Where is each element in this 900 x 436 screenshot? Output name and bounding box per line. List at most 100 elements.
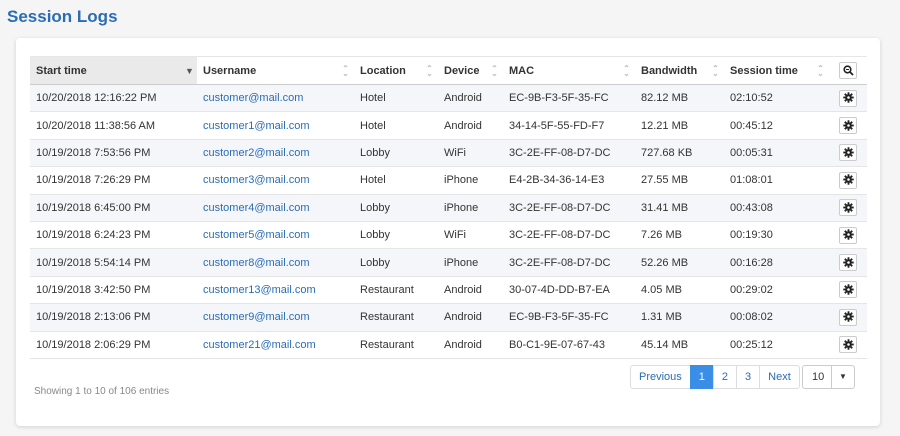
cell-start-time: 10/19/2018 3:42:50 PM <box>30 275 197 304</box>
column-header-label: Session time <box>730 64 798 77</box>
username-link[interactable]: customer1@mail.com <box>203 120 310 132</box>
column-header-username[interactable]: Username ⌃ ⌄ <box>197 56 354 85</box>
cell-username: customer5@mail.com <box>197 220 354 249</box>
gear-icon[interactable] <box>839 171 857 189</box>
cell-mac: EC-9B-F3-5F-35-FC <box>503 83 635 112</box>
cell-device: Android <box>438 83 503 112</box>
gear-icon[interactable] <box>839 117 857 135</box>
cell-username: customer4@mail.com <box>197 193 354 222</box>
cell-start-time: 10/19/2018 6:24:23 PM <box>30 220 197 249</box>
username-link[interactable]: customer2@mail.com <box>203 147 310 159</box>
cell-mac: 34-14-5F-55-FD-F7 <box>503 111 635 140</box>
cell-bandwidth: 1.31 MB <box>635 303 724 332</box>
cell-mac: EC-9B-F3-5F-35-FC <box>503 303 635 332</box>
cell-device: iPhone <box>438 193 503 222</box>
gear-icon[interactable] <box>839 281 857 299</box>
cell-session-time: 00:25:12 <box>724 330 829 359</box>
cell-location: Lobby <box>354 220 438 249</box>
cell-mac: 3C-2E-FF-08-D7-DC <box>503 193 635 222</box>
sort-icon[interactable]: ⌃ ⌄ <box>426 65 433 78</box>
cell-start-time: 10/19/2018 2:06:29 PM <box>30 330 197 359</box>
gear-icon[interactable] <box>839 336 857 354</box>
cell-actions <box>829 193 867 222</box>
previous-page-button[interactable]: Previous <box>630 365 691 389</box>
username-link[interactable]: customer8@mail.com <box>203 257 310 269</box>
cell-location: Restaurant <box>354 303 438 332</box>
username-link[interactable]: customer3@mail.com <box>203 174 310 186</box>
column-header-bandwidth[interactable]: Bandwidth ⌃ ⌄ <box>635 56 724 85</box>
page-1-button[interactable]: 1 <box>689 365 714 389</box>
column-header-session-time[interactable]: Session time ⌃ ⌄ <box>724 56 829 85</box>
gear-icon[interactable] <box>839 199 857 217</box>
cell-start-time: 10/19/2018 6:45:00 PM <box>30 193 197 222</box>
cell-bandwidth: 7.26 MB <box>635 220 724 249</box>
username-link[interactable]: customer9@mail.com <box>203 311 310 323</box>
gear-icon[interactable] <box>839 308 857 326</box>
cell-bandwidth: 27.55 MB <box>635 166 724 195</box>
table-row: 10/19/2018 2:13:06 PM customer9@mail.com R… <box>30 303 867 332</box>
gear-icon[interactable] <box>839 144 857 162</box>
table-row: 10/19/2018 7:53:56 PM customer2@mail.com L… <box>30 138 867 167</box>
cell-username: customer21@mail.com <box>197 330 354 359</box>
username-link[interactable]: customer5@mail.com <box>203 229 310 241</box>
username-link[interactable]: customer13@mail.com <box>203 284 316 296</box>
column-header-start-time[interactable]: Start time ▼ <box>30 56 197 85</box>
gear-icon[interactable] <box>839 89 857 107</box>
column-header-label: Bandwidth <box>641 64 698 77</box>
cell-mac: E4-2B-34-36-14-E3 <box>503 166 635 195</box>
cell-session-time: 00:45:12 <box>724 111 829 140</box>
gear-icon[interactable] <box>839 254 857 272</box>
page-title: Session Logs <box>7 7 118 26</box>
column-header-label: Device <box>444 64 480 77</box>
next-page-button[interactable]: Next <box>759 365 800 389</box>
cell-session-time: 02:10:52 <box>724 83 829 112</box>
gear-icon[interactable] <box>839 226 857 244</box>
cell-username: customer1@mail.com <box>197 111 354 140</box>
cell-bandwidth: 82.12 MB <box>635 83 724 112</box>
cell-location: Restaurant <box>354 330 438 359</box>
cell-session-time: 00:05:31 <box>724 138 829 167</box>
cell-username: customer9@mail.com <box>197 303 354 332</box>
column-header-label: Location <box>360 64 406 77</box>
cell-bandwidth: 31.41 MB <box>635 193 724 222</box>
table-row: 10/19/2018 2:06:29 PM customer21@mail.com… <box>30 330 867 359</box>
cell-start-time: 10/20/2018 11:38:56 AM <box>30 111 197 140</box>
cell-bandwidth: 52.26 MB <box>635 248 724 277</box>
table-row: 10/19/2018 3:42:50 PM customer13@mail.com… <box>30 275 867 304</box>
cell-actions <box>829 166 867 195</box>
column-header-device[interactable]: Device ⌃ ⌄ <box>438 56 503 85</box>
username-link[interactable]: customer21@mail.com <box>203 339 316 351</box>
cell-session-time: 00:08:02 <box>724 303 829 332</box>
sort-icon[interactable]: ⌃ ⌄ <box>712 65 719 78</box>
cell-mac: B0-C1-9E-07-67-43 <box>503 330 635 359</box>
cell-location: Hotel <box>354 83 438 112</box>
page-size-value[interactable]: 10 <box>802 365 832 389</box>
sort-icon[interactable]: ⌃ ⌄ <box>342 65 349 78</box>
column-header-location[interactable]: Location ⌃ ⌄ <box>354 56 438 85</box>
cell-bandwidth: 727.68 KB <box>635 138 724 167</box>
page-3-button[interactable]: 3 <box>736 365 761 389</box>
sort-icon[interactable]: ⌃ ⌄ <box>491 65 498 78</box>
sort-icon[interactable]: ⌃ ⌄ <box>817 65 824 78</box>
page-size-select[interactable]: 10 ▼ <box>802 365 855 389</box>
username-link[interactable]: customer4@mail.com <box>203 202 310 214</box>
sort-icon[interactable]: ⌃ ⌄ <box>623 65 630 78</box>
search-zoom-icon[interactable] <box>839 62 857 79</box>
cell-bandwidth: 4.05 MB <box>635 275 724 304</box>
table-header-row: Start time ▼ Username ⌃ ⌄ Location ⌃ ⌄ Device ⌃ ⌄ M… <box>30 56 867 85</box>
cell-mac: 3C-2E-FF-08-D7-DC <box>503 248 635 277</box>
cell-session-time: 00:43:08 <box>724 193 829 222</box>
page-2-button[interactable]: 2 <box>712 365 738 389</box>
cell-location: Hotel <box>354 166 438 195</box>
chevron-down-icon[interactable]: ▼ <box>832 365 855 389</box>
cell-device: WiFi <box>438 220 503 249</box>
username-link[interactable]: customer@mail.com <box>203 92 303 104</box>
column-header-actions <box>829 56 867 85</box>
sort-descending-icon[interactable]: ▼ <box>185 66 194 76</box>
cell-actions <box>829 220 867 249</box>
column-header-mac[interactable]: MAC ⌃ ⌄ <box>503 56 635 85</box>
cell-location: Hotel <box>354 111 438 140</box>
session-logs-card: Start time ▼ Username ⌃ ⌄ Location ⌃ ⌄ Device ⌃ ⌄ M… <box>16 38 880 426</box>
cell-session-time: 00:16:28 <box>724 248 829 277</box>
cell-username: customer@mail.com <box>197 83 354 112</box>
